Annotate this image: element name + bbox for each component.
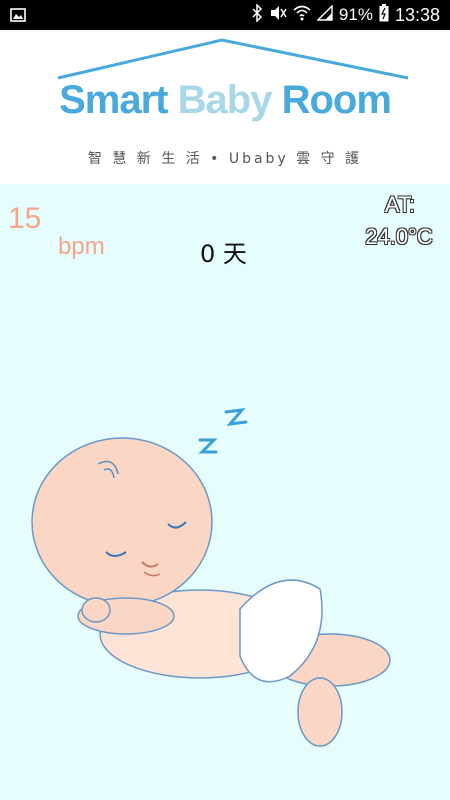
heart-rate-unit: bpm (58, 233, 105, 260)
clock: 13:38 (394, 4, 440, 25)
days-counter: 0 天 (200, 240, 247, 268)
signal-icon (316, 3, 333, 26)
tagline: 智 慧 新 生 活 • Ubaby 雲 守 護 (87, 151, 363, 167)
wifi-icon (293, 5, 311, 26)
logo-word-room: Room (281, 78, 392, 122)
bluetooth-icon (251, 2, 263, 27)
battery-icon (379, 3, 389, 27)
temperature-label: AT: (384, 192, 416, 217)
mute-icon (269, 4, 287, 27)
heart-rate-value: 15 (8, 202, 42, 235)
temperature-value: 24.0°C (365, 224, 433, 249)
app-logo: Smart Baby Room (0, 78, 450, 123)
image-icon (10, 7, 26, 28)
monitor-panel: 15 bpm 0 天 AT: 24.0°C (0, 184, 450, 800)
app-header: Smart Baby Room 智 慧 新 生 活 • Ubaby 雲 守 護 (0, 30, 450, 184)
logo-word-baby: Baby (177, 78, 273, 122)
status-bar: 91% 13:38 (0, 0, 450, 30)
logo-word-smart: Smart (59, 78, 168, 122)
battery-percentage: 91% (338, 5, 373, 24)
sleeping-baby-icon (31, 408, 391, 747)
